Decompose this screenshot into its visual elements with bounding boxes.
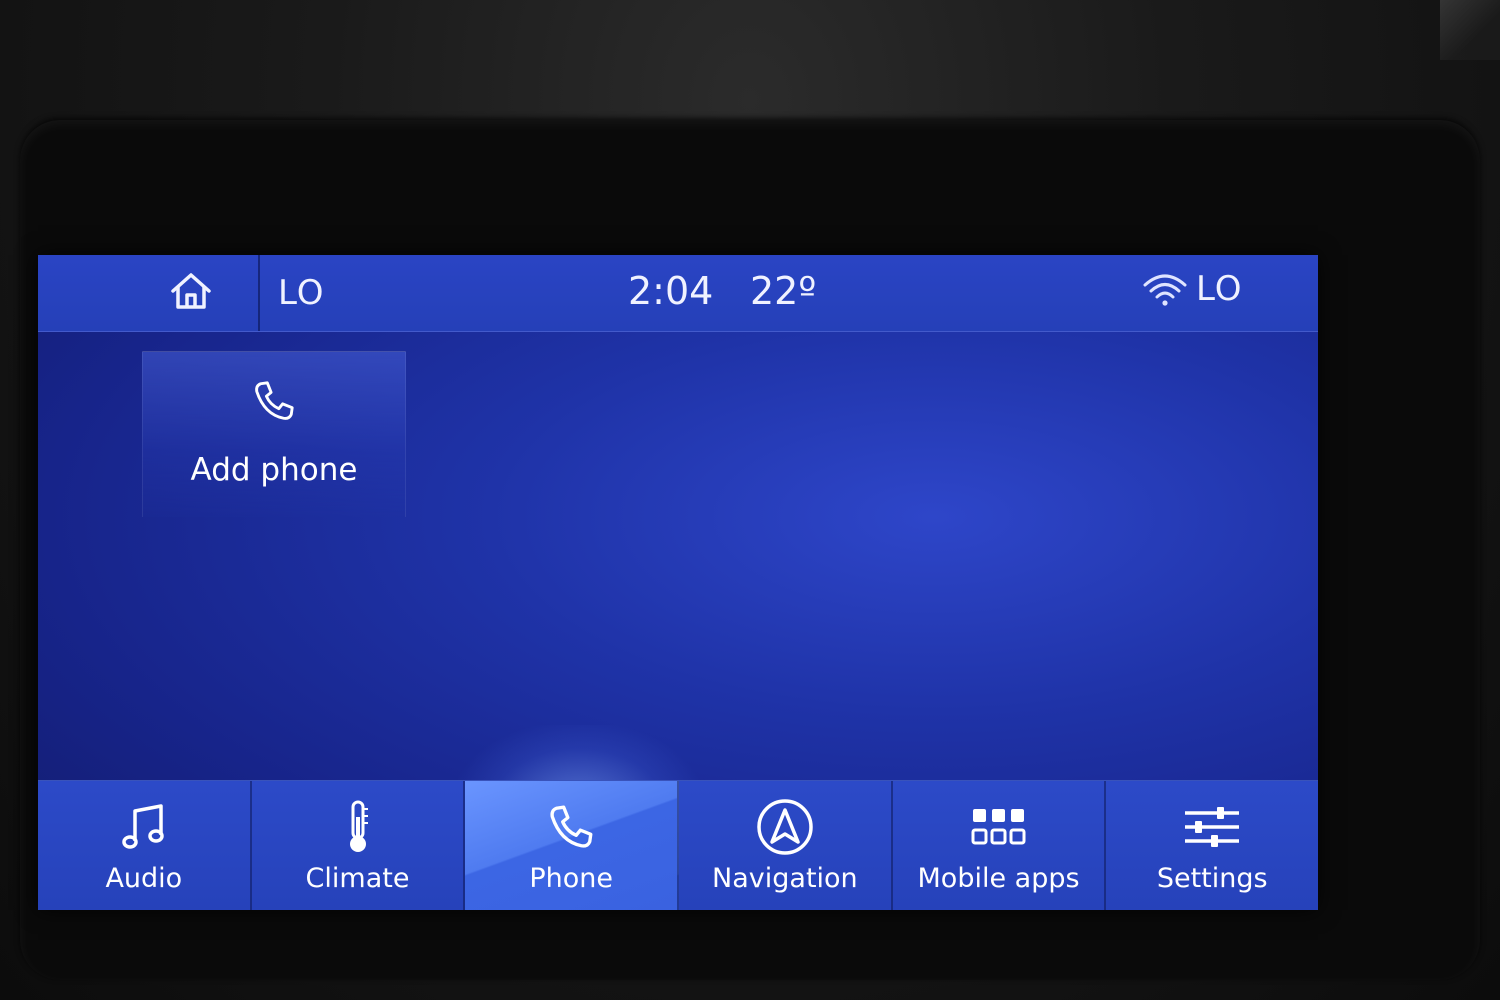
nav-label-climate: Climate [305,863,410,894]
outside-temperature: 22º [750,269,817,313]
nav-label-audio: Audio [105,863,183,894]
wifi-icon [1142,273,1188,311]
nav-item-audio[interactable]: Audio [38,781,252,910]
thermometer-icon [343,800,373,853]
nav-label-navigation: Navigation [712,863,858,894]
nav-label-phone: Phone [529,863,613,894]
bottom-nav-bar: Audio Climate Phone Navigation Mobile ap… [38,780,1318,910]
phone-icon [251,378,297,428]
add-phone-label: Add phone [190,452,358,488]
home-button[interactable] [123,255,260,331]
add-phone-button[interactable]: Add phone [142,351,406,517]
settings-sliders-icon [1183,801,1241,853]
dashboard-bezel: LO 2:04 22º LO Add phone Audio Climate P… [0,0,1500,1000]
nav-item-navigation[interactable]: Navigation [679,781,893,910]
navigation-icon [756,799,814,855]
nav-label-settings: Settings [1156,863,1268,894]
status-left-label: LO [278,273,325,313]
apps-grid-icon [971,801,1027,853]
clock: 2:04 [628,269,714,313]
status-right-label: LO [1196,269,1243,309]
frame-edge [1440,0,1500,60]
nav-item-settings[interactable]: Settings [1106,781,1318,910]
music-note-icon [121,801,167,853]
nav-item-phone[interactable]: Phone [465,781,680,910]
infotainment-screen: LO 2:04 22º LO Add phone Audio Climate P… [38,255,1318,910]
phone-icon [546,801,596,853]
home-icon [169,271,213,315]
status-bar: LO 2:04 22º LO [38,255,1318,332]
nav-item-mobile-apps[interactable]: Mobile apps [892,781,1107,910]
nav-item-climate[interactable]: Climate [251,781,466,910]
nav-label-mobile-apps: Mobile apps [917,863,1080,894]
